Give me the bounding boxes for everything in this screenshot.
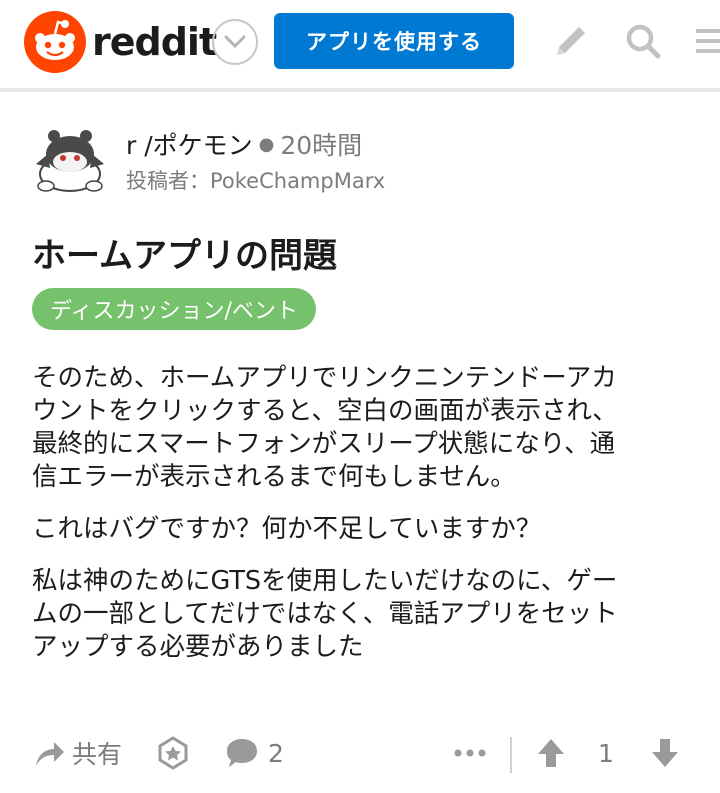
post-body: そのため、ホームアプリでリンクニンテンドーアカ ウントをクリックすると、空白の画… (32, 362, 692, 683)
create-post-button[interactable] (548, 18, 594, 64)
downvote-icon (652, 739, 678, 767)
share-button[interactable]: 共有 (32, 733, 122, 773)
post-time: 20時間 (280, 131, 363, 160)
menu-button[interactable] (690, 18, 720, 64)
upvote-button[interactable] (536, 733, 566, 773)
post-author[interactable]: 投稿者：PokeChampMarx (126, 165, 385, 195)
search-icon (626, 24, 661, 59)
downvote-button[interactable] (650, 733, 680, 773)
use-app-button[interactable]: アプリを使用する (274, 13, 514, 69)
reddit-logo[interactable]: reddit (24, 11, 217, 73)
pencil-icon (557, 27, 585, 55)
more-icon (454, 749, 486, 757)
brand-wordmark: reddit (92, 20, 217, 64)
share-icon (36, 742, 64, 766)
user-avatar[interactable] (30, 124, 108, 196)
subreddit-link[interactable]: r /ポケモン (126, 126, 253, 162)
menu-icon (696, 29, 720, 53)
action-divider (510, 737, 512, 773)
header-divider (0, 88, 720, 92)
comments-button[interactable]: 2 (224, 733, 284, 773)
post-paragraph: 私は神のためにGTSを使用したいだけなのに、ゲー ムの一部としてだけではなく、電… (32, 566, 618, 662)
share-label: 共有 (72, 740, 123, 769)
search-button[interactable] (620, 18, 666, 64)
post-action-bar: 共有 2 1 (0, 725, 720, 785)
award-icon (158, 736, 188, 770)
post-flair[interactable]: ディスカッション/ベント (32, 288, 316, 330)
post-meta-line: r /ポケモン ● 20時間 (126, 126, 362, 162)
vote-count: 1 (598, 738, 614, 768)
post-paragraph: これはバグですか？何か不足していますか？ (32, 514, 542, 544)
upvote-icon (538, 739, 564, 767)
meta-separator-dot: ● (258, 133, 275, 155)
more-options-button[interactable] (452, 733, 488, 773)
award-button[interactable] (156, 733, 190, 773)
post-title: ホームアプリの問題 (32, 236, 337, 276)
comment-icon (227, 739, 257, 767)
top-header: reddit アプリを使用する (0, 0, 720, 86)
community-dropdown-button[interactable] (212, 19, 258, 65)
chevron-down-icon (224, 35, 246, 49)
post-paragraph: そのため、ホームアプリでリンクニンテンドーアカ ウントをクリックすると、空白の画… (32, 363, 618, 492)
comment-count: 2 (268, 738, 284, 768)
snoo-logo-icon (24, 11, 86, 73)
